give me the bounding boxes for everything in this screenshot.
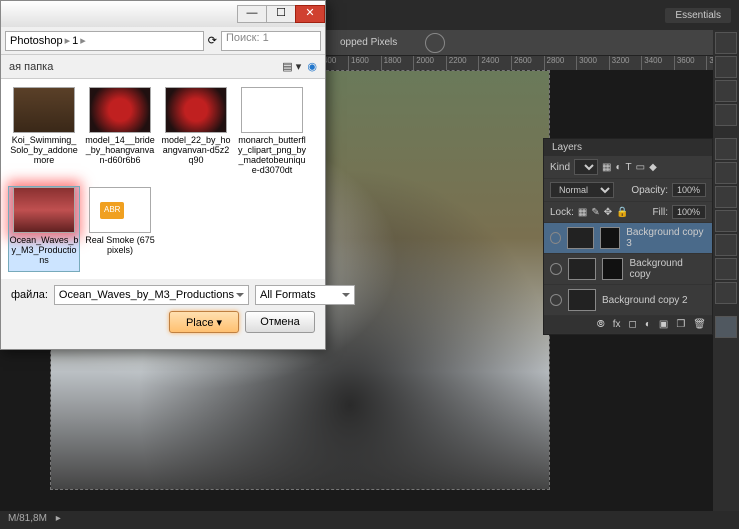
fill-input[interactable]: [672, 205, 706, 219]
layer-name: Background copy: [629, 258, 706, 280]
file-label: model_22_by_hoangvanvan-d5z2q90: [161, 136, 231, 166]
workspace-switcher[interactable]: Essentials: [665, 8, 731, 23]
actions-icon[interactable]: [715, 162, 737, 184]
filter-adj-icon[interactable]: ◐: [615, 162, 621, 173]
link-icon[interactable]: ⦾: [597, 319, 605, 330]
filename-field[interactable]: Ocean_Waves_by_M3_Productions: [54, 285, 249, 305]
refresh-icon[interactable]: ⟳: [208, 34, 217, 47]
file-label: Koi_Swimming_Solo_by_addonemore: [9, 136, 79, 166]
search-input[interactable]: Поиск: 1: [221, 31, 321, 51]
layer-kind-filter[interactable]: [574, 159, 598, 175]
layers-icon[interactable]: [715, 316, 737, 338]
right-panel-strip: [713, 30, 739, 529]
styles-icon[interactable]: [715, 104, 737, 126]
color-picker-icon[interactable]: [715, 32, 737, 54]
thumbnail: [13, 87, 75, 133]
swatches-icon[interactable]: [715, 56, 737, 78]
lock-label: Lock:: [550, 207, 574, 218]
lock-all-icon[interactable]: 🔒: [616, 207, 628, 218]
status-bar: M/81,8M ▸: [0, 511, 739, 529]
layer-name: Background copy 2: [602, 295, 688, 306]
new-layer-icon[interactable]: ❐: [676, 319, 685, 330]
filter-shape-icon[interactable]: ▭: [636, 162, 645, 173]
thumbnail: [89, 187, 151, 233]
thumbnail: [89, 87, 151, 133]
option-hint: opped Pixels: [340, 37, 397, 48]
layer-mask: [602, 258, 624, 280]
file-label: model_14__bride_by_hoangvanvan-d60r6b6: [85, 136, 155, 166]
layer-item[interactable]: Background copy 3: [544, 223, 712, 254]
layers-panel: Layers Kind ▦ ◐ T ▭ ◆ Normal Opacity: Lo…: [543, 138, 713, 335]
filter-combo[interactable]: All Formats: [255, 285, 355, 305]
cancel-button[interactable]: Отмена: [245, 311, 315, 333]
breadcrumb[interactable]: Photoshop▸ 1▸: [5, 31, 204, 51]
thumbnail: [13, 187, 75, 233]
reset-icon[interactable]: [425, 33, 445, 53]
file-koi[interactable]: Koi_Swimming_Solo_by_addonemore: [9, 87, 79, 181]
trash-icon[interactable]: 🗑: [693, 319, 706, 330]
visibility-icon[interactable]: [550, 294, 562, 306]
lock-pos-icon[interactable]: ✥: [604, 207, 612, 218]
layer-thumb: [567, 227, 593, 249]
file-m22[interactable]: model_22_by_hoangvanvan-d5z2q90: [161, 87, 231, 181]
help-icon[interactable]: ◉: [307, 60, 317, 73]
file-smoke[interactable]: Real Smoke (675 pixels): [85, 187, 155, 271]
layer-item[interactable]: Background copy: [544, 254, 712, 285]
kind-label: Kind: [550, 162, 570, 173]
close-button[interactable]: ✕: [295, 5, 325, 23]
nav-icon[interactable]: [715, 282, 737, 304]
opacity-input[interactable]: [672, 183, 706, 197]
thumbnail: [165, 87, 227, 133]
group-icon[interactable]: ▣: [659, 319, 668, 330]
filter-smart-icon[interactable]: ◆: [649, 162, 657, 173]
brush-icon[interactable]: [715, 210, 737, 232]
lock-trans-icon[interactable]: ▦: [578, 207, 587, 218]
file-grid: Koi_Swimming_Solo_by_addonemoremodel_14_…: [1, 79, 325, 279]
char-icon[interactable]: [715, 234, 737, 256]
layer-mask: [600, 227, 621, 249]
layer-item[interactable]: Background copy 2: [544, 285, 712, 316]
minimize-button[interactable]: —: [237, 5, 267, 23]
mask-icon[interactable]: ◻: [629, 319, 637, 330]
adj-icon[interactable]: ◐: [645, 319, 651, 330]
file-butter[interactable]: monarch_butterfly_clipart_png_by_madetob…: [237, 87, 307, 181]
filter-pixel-icon[interactable]: ▦: [602, 162, 611, 173]
opacity-label: Opacity:: [631, 185, 668, 196]
visibility-icon[interactable]: [550, 232, 561, 244]
layer-thumb: [568, 289, 596, 311]
thumbnail: [241, 87, 303, 133]
place-button[interactable]: Place ▾: [169, 311, 239, 333]
blend-mode[interactable]: Normal: [550, 182, 614, 198]
file-label: monarch_butterfly_clipart_png_by_madetob…: [237, 136, 307, 176]
history-icon[interactable]: [715, 138, 737, 160]
file-ocean[interactable]: Ocean_Waves_by_M3_Productions: [9, 187, 79, 271]
filter-type-icon[interactable]: T: [626, 162, 632, 173]
place-dialog: — ☐ ✕ Photoshop▸ 1▸ ⟳ Поиск: 1 ая папка …: [0, 0, 326, 350]
filename-label: файла:: [11, 289, 48, 301]
fx-icon[interactable]: fx: [613, 319, 621, 330]
file-label: Ocean_Waves_by_M3_Productions: [9, 236, 79, 266]
properties-icon[interactable]: [715, 186, 737, 208]
layer-name: Background copy 3: [626, 227, 706, 249]
maximize-button[interactable]: ☐: [266, 5, 296, 23]
lock-pixel-icon[interactable]: ✎: [591, 207, 599, 218]
fill-label: Fill:: [652, 207, 668, 218]
view-icon[interactable]: ▤ ▾: [282, 60, 301, 73]
file-m14[interactable]: model_14__bride_by_hoangvanvan-d60r6b6: [85, 87, 155, 181]
file-label: Real Smoke (675 pixels): [85, 236, 155, 256]
layer-thumb: [568, 258, 596, 280]
toolbar-label: ая папка: [9, 61, 53, 73]
visibility-icon[interactable]: [550, 263, 562, 275]
layers-title: Layers: [552, 142, 582, 153]
adjustments-icon[interactable]: [715, 80, 737, 102]
para-icon[interactable]: [715, 258, 737, 280]
